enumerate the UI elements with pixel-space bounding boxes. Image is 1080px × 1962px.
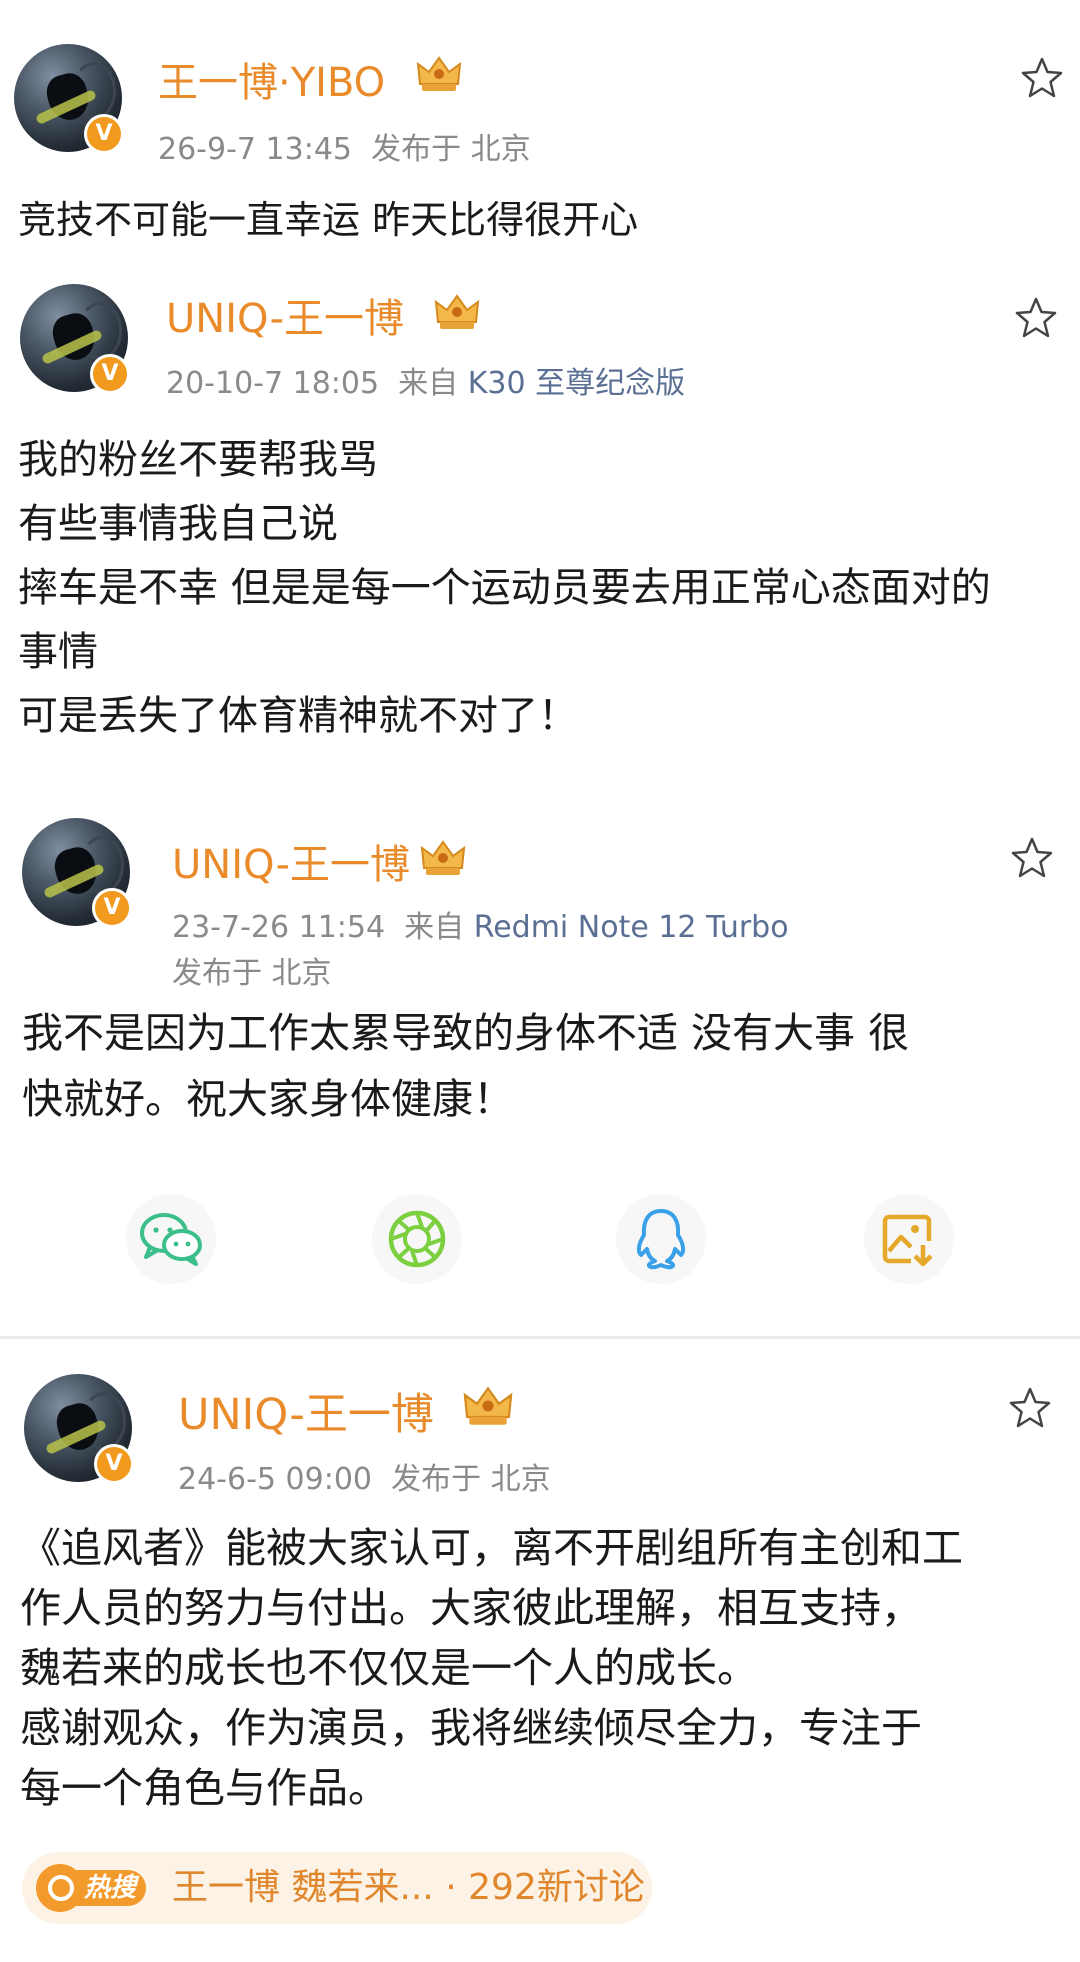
post-source: K30 至尊纪念版: [467, 366, 686, 401]
username[interactable]: UNIQ-王一博: [166, 286, 404, 344]
post-time: 24-6-5 09:00: [178, 1462, 372, 1497]
post-time: 23-7-26 11:54: [172, 910, 386, 945]
favorite-star-icon[interactable]: [1014, 296, 1058, 340]
crown-icon: [420, 840, 466, 875]
avatar[interactable]: V: [14, 44, 124, 154]
post-time: 20-10-7 18:05: [166, 366, 380, 401]
qq-icon: [636, 1209, 686, 1270]
post-meta: 24-6-5 09:00 发布于 北京: [178, 1454, 551, 1498]
verified-badge-icon: V: [90, 354, 130, 394]
post-meta: 23-7-26 11:54 来自 Redmi Note 12 Turbo: [172, 910, 789, 945]
post-text: 《追风者》能被大家认可，离不开剧组所有主创和工 作人员的努力与付出。大家彼此理解…: [20, 1524, 963, 1812]
favorite-star-icon[interactable]: [1010, 836, 1054, 880]
avatar[interactable]: V: [24, 1374, 134, 1484]
post-text: 我的粉丝不要帮我骂 有些事情我自己说 摔车是不幸 但是是每一个运动员要去用正常心…: [18, 437, 991, 739]
divider: [0, 1336, 1080, 1339]
post-time: 26-9-7 13:45 发布于 北京: [158, 132, 531, 167]
username[interactable]: 王一博·YIBO: [158, 50, 385, 108]
post-meta: 20-10-7 18:05 来自 K30 至尊纪念版: [166, 366, 686, 401]
post-source: Redmi Note 12 Turbo: [473, 910, 789, 945]
crown-icon: [434, 294, 480, 329]
post-card-3: V UNIQ-王一博 23-7-26 11:54 来自 Redmi Note 1…: [0, 810, 1080, 1330]
favorite-star-icon[interactable]: [1008, 1386, 1052, 1430]
post-location: 发布于 北京: [172, 956, 332, 991]
post-location: 发布于 北京: [391, 1462, 551, 1497]
hot-search-count: 292新讨论: [468, 1867, 645, 1908]
post-card-2: V UNIQ-王一博 20-10-7 18:05 来自 K30 至尊纪念版 我的…: [0, 270, 1080, 770]
hot-search-link[interactable]: 热搜 王一博 魏若来... · 292新讨论: [22, 1852, 652, 1924]
username[interactable]: UNIQ-王一博: [172, 832, 410, 890]
crown-icon: [463, 1386, 513, 1425]
wechat-icon: [140, 1213, 202, 1266]
avatar[interactable]: V: [20, 284, 130, 394]
post-text: 我不是因为工作太累导致的身体不适 没有大事 很 快就好。祝大家身体健康！: [22, 1009, 910, 1123]
avatar[interactable]: V: [22, 818, 132, 928]
share-qq-button[interactable]: [616, 1194, 706, 1284]
post-card-1: V 王一博·YIBO 26-9-7 13:45 发布于 北京 竞技不可能一直幸运…: [0, 0, 1080, 242]
crown-icon: [416, 56, 462, 91]
save-image-icon: [882, 1214, 933, 1267]
favorite-star-icon[interactable]: [1020, 56, 1064, 100]
moments-icon: [388, 1210, 446, 1268]
share-wechat-button[interactable]: [126, 1194, 216, 1284]
post-text: 竞技不可能一直幸运 昨天比得很开心: [18, 198, 639, 242]
save-image-button[interactable]: [864, 1194, 954, 1284]
share-moments-button[interactable]: [372, 1194, 462, 1284]
hot-search-icon: 热搜: [36, 1864, 164, 1912]
username[interactable]: UNIQ-王一博: [178, 1380, 434, 1442]
verified-badge-icon: V: [92, 888, 132, 928]
verified-badge-icon: V: [84, 114, 124, 154]
hot-search-text: 王一博 魏若来... · 292新讨论: [172, 1867, 645, 1908]
verified-badge-icon: V: [94, 1444, 134, 1484]
post-location: 发布于 北京: [371, 132, 531, 167]
